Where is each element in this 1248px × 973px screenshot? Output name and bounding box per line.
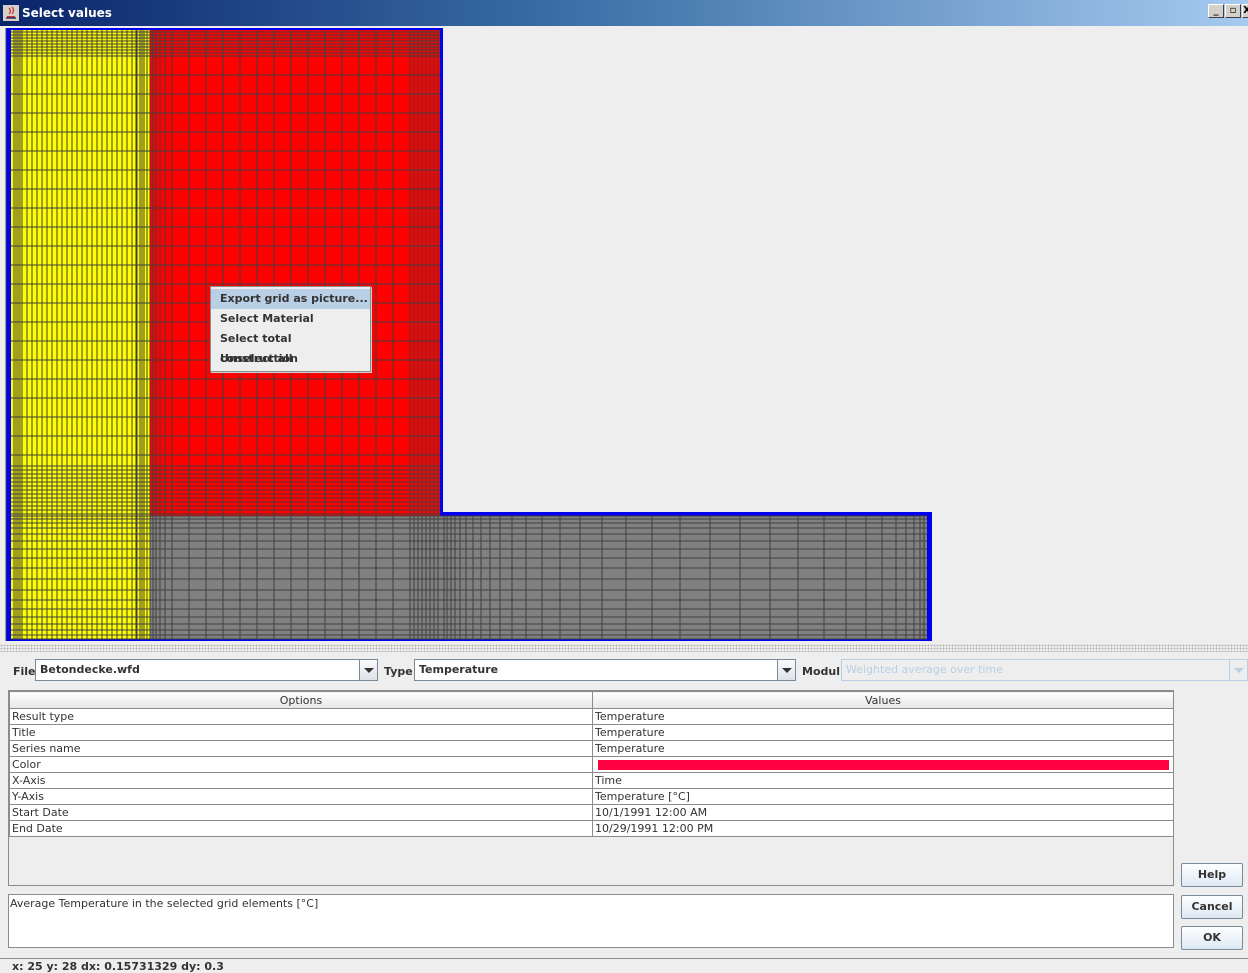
chevron-down-icon[interactable] xyxy=(359,660,377,680)
grid-canvas[interactable] xyxy=(0,26,1248,644)
maximize-button[interactable]: ▫ xyxy=(1225,4,1241,18)
table-row[interactable]: Title Temperature xyxy=(9,724,1174,741)
help-button[interactable]: Help xyxy=(1181,863,1243,887)
value-cell[interactable]: Temperature [°C] xyxy=(592,788,1174,805)
table-row[interactable]: Color xyxy=(9,756,1174,773)
column-header-values[interactable]: Values xyxy=(592,691,1174,709)
window-title: Select values xyxy=(22,6,112,20)
minimize-button[interactable]: _ xyxy=(1208,4,1224,18)
modul-combo: Weighted average over time xyxy=(841,659,1248,681)
file-combo[interactable]: Betondecke.wfd xyxy=(35,659,378,681)
option-cell: Y-Axis xyxy=(9,788,593,805)
cancel-button[interactable]: Cancel xyxy=(1181,895,1243,919)
ok-button[interactable]: OK xyxy=(1181,926,1243,950)
file-combo-value: Betondecke.wfd xyxy=(40,663,140,676)
table-row[interactable]: End Date 10/29/1991 12:00 PM xyxy=(9,820,1174,837)
options-table-panel: Options Values Result type Temperature T… xyxy=(8,690,1174,886)
option-cell: Series name xyxy=(9,740,593,757)
menu-item-select-material[interactable]: Select Material xyxy=(211,309,370,329)
options-table: Options Values Result type Temperature T… xyxy=(9,691,1174,837)
splitter-handle[interactable] xyxy=(0,644,1248,652)
status-bar: x: 25 y: 28 dx: 0.15731329 dy: 0.3 xyxy=(0,958,1248,973)
value-cell[interactable]: Temperature xyxy=(592,724,1174,741)
table-row[interactable]: Y-Axis Temperature [°C] xyxy=(9,788,1174,805)
option-cell: Start Date xyxy=(9,804,593,821)
option-cell: Title xyxy=(9,724,593,741)
value-cell[interactable]: Temperature xyxy=(592,708,1174,725)
table-row[interactable]: Series name Temperature xyxy=(9,740,1174,757)
status-coordinates: x: 25 y: 28 dx: 0.15731329 dy: 0.3 xyxy=(12,960,224,973)
table-row[interactable]: Start Date 10/1/1991 12:00 AM xyxy=(9,804,1174,821)
chevron-down-icon[interactable] xyxy=(777,660,795,680)
value-cell[interactable]: Temperature xyxy=(592,740,1174,757)
table-row[interactable]: Result type Temperature xyxy=(9,708,1174,725)
file-label: File xyxy=(13,665,36,678)
color-swatch[interactable] xyxy=(598,759,1169,770)
chevron-down-icon xyxy=(1229,660,1247,680)
table-header-row: Options Values xyxy=(9,691,1174,709)
option-cell: Color xyxy=(9,756,593,773)
value-cell[interactable]: 10/29/1991 12:00 PM xyxy=(592,820,1174,837)
menu-item-select-total-construction[interactable]: Select total construction xyxy=(211,329,370,365)
construction-grid[interactable] xyxy=(0,26,1248,644)
red-material-region[interactable] xyxy=(150,30,440,516)
table-row[interactable]: X-Axis Time xyxy=(9,772,1174,789)
value-cell[interactable] xyxy=(592,756,1174,773)
type-combo-value: Temperature xyxy=(419,663,499,676)
close-button[interactable]: X xyxy=(1242,4,1248,18)
column-header-options[interactable]: Options xyxy=(9,691,593,709)
context-menu: Export grid as picture... Select Materia… xyxy=(210,286,371,372)
description-text: Average Temperature in the selected grid… xyxy=(8,894,1174,948)
option-cell: Result type xyxy=(9,708,593,725)
option-cell: X-Axis xyxy=(9,772,593,789)
modul-combo-value: Weighted average over time xyxy=(846,663,1003,676)
type-label: Type xyxy=(384,665,413,678)
menu-item-unselect-all[interactable]: Unselect all xyxy=(211,349,370,369)
menu-item-export-grid[interactable]: Export grid as picture... xyxy=(211,289,370,309)
modul-label: Modul xyxy=(802,665,840,678)
title-bar[interactable]: Select values _ ▫ X xyxy=(0,0,1248,26)
java-app-icon xyxy=(3,5,19,21)
value-cell[interactable]: Time xyxy=(592,772,1174,789)
type-combo[interactable]: Temperature xyxy=(414,659,796,681)
option-cell: End Date xyxy=(9,820,593,837)
select-values-window: Select values _ ▫ X Export grid as pictu… xyxy=(0,0,1248,973)
value-cell[interactable]: 10/1/1991 12:00 AM xyxy=(592,804,1174,821)
